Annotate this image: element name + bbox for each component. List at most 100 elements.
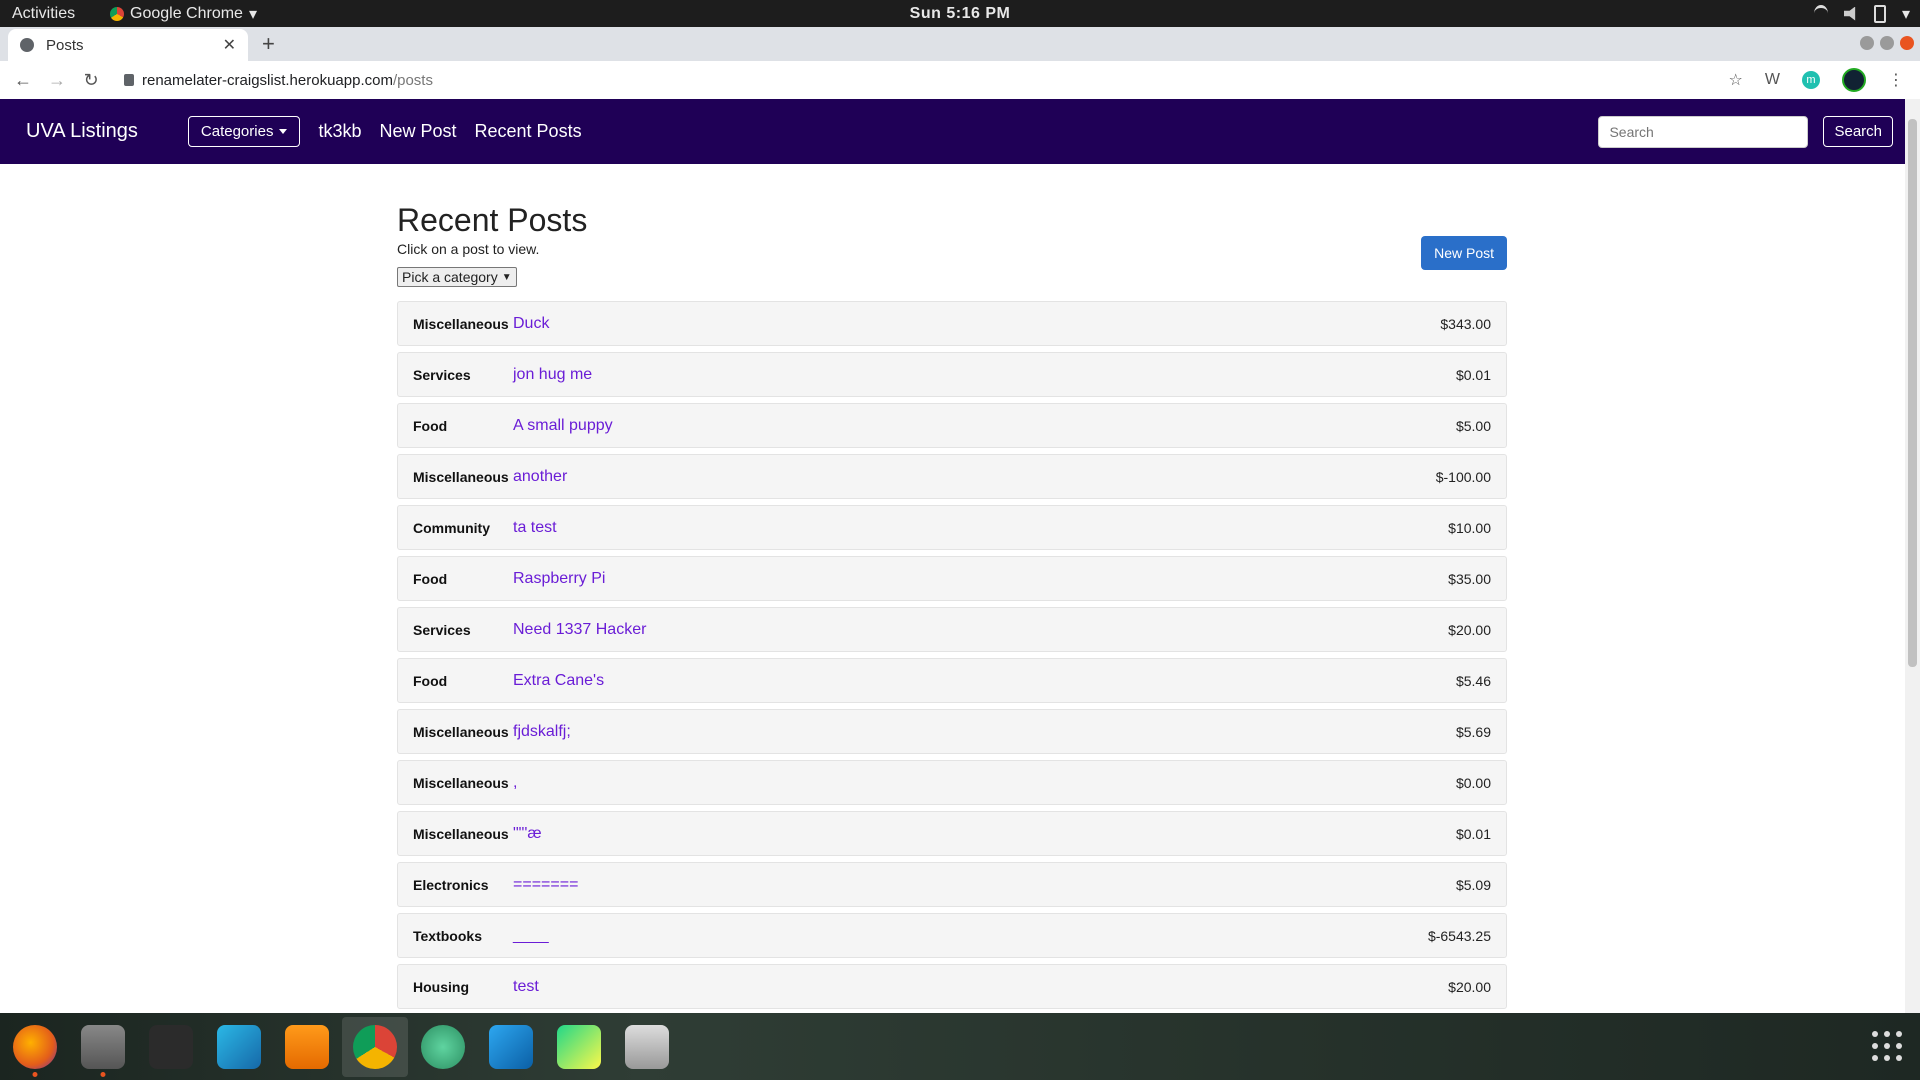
show-applications-icon[interactable] bbox=[1872, 1031, 1902, 1061]
post-category: Housing bbox=[413, 978, 469, 995]
wikipedia-extension-icon[interactable]: W bbox=[1765, 71, 1780, 89]
search-button[interactable]: Search bbox=[1823, 116, 1893, 147]
post-row[interactable]: Miscellaneous, $0.00 bbox=[397, 760, 1507, 805]
reload-icon[interactable]: ↻ bbox=[80, 70, 102, 91]
nav-new-post[interactable]: New Post bbox=[379, 121, 456, 142]
site-navbar: UVA Listings Categories tk3kb New Post R… bbox=[0, 99, 1905, 164]
lock-icon bbox=[124, 74, 134, 86]
post-price: $20.00 bbox=[1448, 621, 1491, 638]
post-row[interactable]: Services Need 1337 Hacker $20.00 bbox=[397, 607, 1507, 652]
maximize-button[interactable] bbox=[1880, 36, 1894, 50]
category-select-label: Pick a category bbox=[402, 269, 498, 285]
post-title-link[interactable]: A small puppy bbox=[513, 417, 613, 435]
activities-button[interactable]: Activities bbox=[0, 5, 104, 23]
extension-m-icon[interactable]: m bbox=[1802, 71, 1820, 89]
minimize-button[interactable] bbox=[1860, 36, 1874, 50]
categories-dropdown[interactable]: Categories bbox=[187, 116, 301, 147]
main-content: Recent Posts Click on a post to view. Ne… bbox=[397, 164, 1507, 1013]
profile-avatar[interactable] bbox=[1842, 68, 1866, 92]
post-title-link[interactable]: Duck bbox=[513, 315, 549, 333]
post-row[interactable]: Food Extra Cane's $5.46 bbox=[397, 658, 1507, 703]
atom-icon bbox=[421, 1024, 465, 1069]
post-title-link[interactable]: fjdskalfj; bbox=[513, 723, 571, 741]
dock-item[interactable] bbox=[546, 1017, 612, 1077]
globe-icon bbox=[20, 38, 34, 52]
dock-item[interactable] bbox=[206, 1017, 272, 1077]
new-post-button[interactable]: New Post bbox=[1421, 236, 1507, 270]
page-scrollbar[interactable] bbox=[1905, 99, 1920, 1013]
post-title-link[interactable]: ____ bbox=[513, 927, 549, 945]
pycharm-icon bbox=[557, 1024, 601, 1069]
tab-title: Posts bbox=[46, 36, 84, 54]
post-row[interactable]: Textbooks ____ $-6543.25 bbox=[397, 913, 1507, 958]
post-title-link[interactable]: Raspberry Pi bbox=[513, 570, 605, 588]
page-viewport: UVA Listings Categories tk3kb New Post R… bbox=[0, 99, 1905, 1013]
post-row[interactable]: Miscellaneous ""'æ $0.01 bbox=[397, 811, 1507, 856]
star-icon[interactable]: ☆ bbox=[1729, 70, 1743, 90]
post-category: Miscellaneous bbox=[413, 468, 509, 485]
post-row[interactable]: Housing test $20.00 bbox=[397, 964, 1507, 1009]
new-tab-button[interactable]: + bbox=[262, 31, 275, 57]
post-row[interactable]: Food Raspberry Pi $35.00 bbox=[397, 556, 1507, 601]
dock-item[interactable] bbox=[274, 1017, 340, 1077]
page-title: Recent Posts bbox=[397, 202, 588, 238]
post-title-link[interactable]: ta test bbox=[513, 519, 557, 537]
post-row[interactable]: Miscellaneous fjdskalfj; $5.69 bbox=[397, 709, 1507, 754]
post-category: Miscellaneous bbox=[413, 723, 509, 740]
site-brand[interactable]: UVA Listings bbox=[26, 120, 138, 143]
url-path: /posts bbox=[392, 71, 433, 89]
post-category: Miscellaneous bbox=[413, 825, 509, 842]
post-row[interactable]: Miscellaneous Duck $343.00 bbox=[397, 301, 1507, 346]
post-title-link[interactable]: , bbox=[513, 774, 517, 792]
close-window-button[interactable] bbox=[1900, 36, 1914, 50]
post-price: $0.00 bbox=[1455, 774, 1491, 791]
post-title-link[interactable]: test bbox=[513, 978, 539, 996]
browser-toolbar: ← → ↻ renamelater-craigslist.herokuapp.c… bbox=[0, 61, 1920, 100]
close-icon[interactable]: ✕ bbox=[223, 35, 236, 55]
post-category: Miscellaneous bbox=[413, 315, 509, 332]
posts-list: Miscellaneous Duck $343.00 Services jon hug … bbox=[397, 301, 1507, 1013]
post-row[interactable]: Services jon hug me $0.01 bbox=[397, 352, 1507, 397]
app-menu[interactable]: Google Chrome ▾ bbox=[110, 4, 257, 24]
dock-item[interactable] bbox=[138, 1017, 204, 1077]
post-price: $-6543.25 bbox=[1427, 927, 1491, 944]
post-row[interactable]: Miscellaneous another $-100.00 bbox=[397, 454, 1507, 499]
category-select[interactable]: Pick a category ▼ bbox=[397, 267, 517, 287]
nav-recent-posts[interactable]: Recent Posts bbox=[475, 121, 582, 142]
post-price: $5.09 bbox=[1455, 876, 1491, 893]
scrollbar-thumb[interactable] bbox=[1908, 119, 1917, 667]
tab-posts[interactable]: Posts ✕ bbox=[8, 29, 248, 61]
menu-kebab-icon[interactable]: ⋮ bbox=[1888, 70, 1904, 90]
post-row[interactable]: Electronics ======= $5.09 bbox=[397, 862, 1507, 907]
dock-item[interactable] bbox=[478, 1017, 544, 1077]
nav-user[interactable]: tk3kb bbox=[318, 121, 361, 142]
post-title-link[interactable]: ======= bbox=[513, 876, 578, 894]
dock-item[interactable] bbox=[614, 1017, 680, 1077]
chrome-icon bbox=[353, 1024, 397, 1069]
dock-item[interactable] bbox=[342, 1016, 408, 1077]
dock-item[interactable] bbox=[410, 1017, 476, 1077]
post-row[interactable]: Community ta test $10.00 bbox=[397, 505, 1507, 550]
dock-item[interactable] bbox=[70, 1017, 136, 1077]
forward-icon[interactable]: → bbox=[46, 70, 68, 91]
search-input[interactable] bbox=[1598, 115, 1809, 148]
post-category: Food bbox=[413, 672, 448, 689]
clock[interactable]: Sun 5:16 PM bbox=[910, 5, 1011, 23]
post-title-link[interactable]: ""'æ bbox=[513, 825, 542, 843]
post-price: $10.00 bbox=[1448, 519, 1491, 536]
running-indicator bbox=[32, 1071, 38, 1077]
post-title-link[interactable]: Need 1337 Hacker bbox=[513, 621, 646, 639]
post-price: $0.01 bbox=[1455, 825, 1491, 842]
system-tray[interactable]: ▾ bbox=[1813, 4, 1910, 24]
post-category: Electronics bbox=[413, 876, 489, 893]
system-top-bar: Activities Google Chrome ▾ Sun 5:16 PM ▾ bbox=[0, 0, 1920, 27]
chrome-icon bbox=[110, 6, 124, 21]
back-icon[interactable]: ← bbox=[12, 70, 34, 91]
dock-item[interactable] bbox=[2, 1017, 68, 1077]
address-bar[interactable]: renamelater-craigslist.herokuapp.com/pos… bbox=[124, 72, 433, 89]
chevron-down-icon: ▾ bbox=[1901, 5, 1910, 23]
post-title-link[interactable]: Extra Cane's bbox=[513, 672, 604, 690]
post-row[interactable]: Food A small puppy $5.00 bbox=[397, 403, 1507, 448]
post-title-link[interactable]: jon hug me bbox=[513, 366, 592, 384]
post-title-link[interactable]: another bbox=[513, 468, 567, 486]
